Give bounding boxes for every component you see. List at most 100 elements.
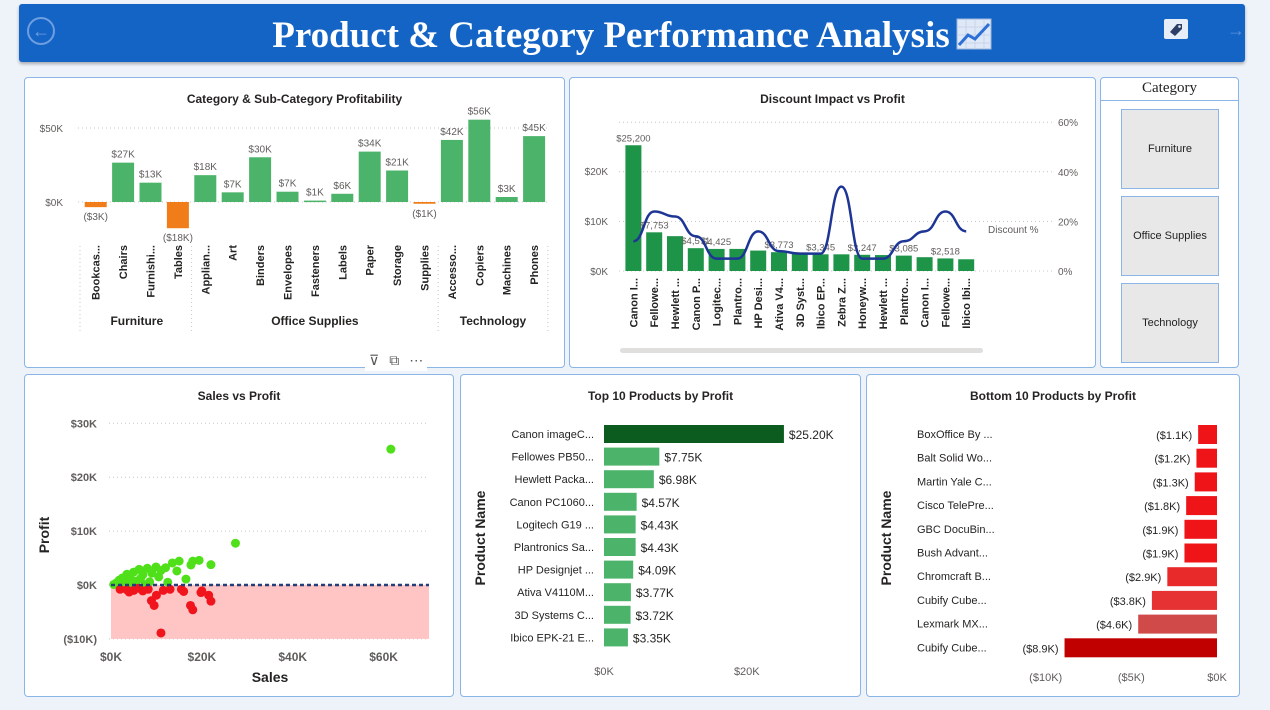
category-label: 3D Systems C... [515, 610, 594, 622]
x-tick-label: Binders [255, 245, 267, 286]
x-tick-label: Machines [502, 245, 514, 295]
scatter-point-negative [196, 588, 206, 598]
x-tick-label: Honeyw... [857, 278, 869, 329]
forward-arrow-icon[interactable]: → [1227, 20, 1245, 41]
data-label: $4.43K [641, 541, 679, 555]
y2-tick-label: 40% [1058, 168, 1078, 179]
y-tick-label: $0K [45, 198, 63, 209]
scatter-point-positive [386, 444, 396, 454]
data-label: $1K [306, 188, 324, 199]
filter-icon[interactable]: ⊽ [369, 352, 379, 369]
data-label: $25.20K [789, 428, 834, 442]
data-label: ($4.6K) [1096, 620, 1132, 632]
category-label: HP Designjet ... [518, 565, 594, 577]
top-products-panel: Top 10 Products by Profit Canon imageC..… [460, 374, 861, 697]
x-tick-label: $20K [188, 650, 217, 664]
data-label: ($18K) [163, 233, 193, 244]
bar [1167, 567, 1217, 587]
bar [1186, 496, 1217, 516]
slicer-option-office-supplies[interactable]: Office Supplies [1121, 196, 1219, 276]
bar [495, 196, 518, 202]
category-label: Cubify Cube... [917, 642, 987, 654]
focus-mode-icon[interactable]: ⧉ [389, 352, 399, 369]
slicer-title: Category [1142, 80, 1197, 96]
discount-impact-chart: $20K $10K $0K 60% 40% 20% 0% Discount % $25,200 C… [585, 118, 1078, 353]
y-tick-label: $10K [585, 217, 609, 228]
tag-icon[interactable] [1163, 18, 1189, 40]
category-label: Canon imageC... [511, 429, 594, 441]
slicer-option-furniture[interactable]: Furniture [1121, 109, 1219, 189]
data-label: $3.35K [633, 631, 671, 645]
bar [1184, 543, 1217, 563]
category-label: Fellowes PB50... [511, 452, 594, 464]
category-label: Canon PC1060... [510, 497, 594, 509]
data-label: $7K [279, 179, 297, 190]
bar [331, 193, 354, 202]
scatter-point-positive [186, 560, 196, 570]
category-label: Ibico EPK-21 E... [510, 632, 594, 644]
bar [812, 254, 829, 271]
data-label: $18K [194, 162, 218, 173]
sales-vs-profit-panel: Sales vs Profit $30K $20K $10K $0K ($10K) $0K… [24, 374, 454, 697]
x-tick-label: ($5K) [1118, 672, 1145, 684]
more-options-icon[interactable]: ⋯ [409, 352, 423, 369]
scatter-point-positive [206, 560, 216, 570]
bar [1064, 638, 1217, 658]
scatter-point-negative [188, 605, 198, 615]
bar [729, 248, 746, 271]
scatter-point-negative [156, 628, 166, 638]
category-label: Logitech G19 ... [516, 519, 594, 531]
bar [791, 252, 808, 271]
bar [604, 628, 628, 647]
x-tick-label: Chairs [118, 245, 130, 279]
bar [958, 259, 975, 271]
bar [604, 605, 631, 624]
x-tick-label: $40K [278, 650, 307, 664]
category-label: Balt Solid Wo... [917, 453, 992, 465]
data-label: $27K [111, 150, 135, 161]
x-tick-label: $0K [594, 666, 614, 678]
page-title-text: Product & Category Performance Analysis [272, 15, 950, 56]
data-label: $4.43K [641, 518, 679, 532]
y-tick-label: ($10K) [63, 634, 97, 646]
y-axis-label: Product Name [878, 490, 894, 585]
visual-toolbar: ⊽ ⧉ ⋯ [365, 349, 428, 371]
bar [646, 232, 663, 271]
x-tick-label: Plantro... [732, 278, 744, 325]
bottom-products-panel: Bottom 10 Products by Profit BoxOffice B… [866, 374, 1240, 697]
data-label: ($1.8K) [1144, 501, 1180, 513]
data-label: $34K [358, 139, 382, 150]
data-label: ($1.1K) [1156, 430, 1192, 442]
data-label: ($1.9K) [1142, 525, 1178, 537]
category-label: Cisco TelePre... [917, 500, 994, 512]
category-profitability-panel: Category & Sub-Category Profitability $5… [24, 77, 565, 368]
bar [833, 254, 850, 271]
category-label: Bush Advant... [917, 548, 988, 560]
x-tick-label: Tables [173, 245, 185, 279]
group-label: Technology [460, 314, 527, 328]
x-tick-label: Canon P... [691, 278, 703, 330]
bottom-products-chart: BoxOffice By ... ($1.1K) Balt Solid Wo... (… [878, 425, 1227, 684]
discount-impact-panel: Discount Impact vs Profit $20K $10K $0K 60%… [569, 77, 1096, 368]
data-label: $2,518 [931, 246, 960, 257]
bar [1151, 590, 1217, 610]
category-slicer: Category Furniture Office Supplies Techn… [1100, 77, 1239, 368]
data-label: $4.57K [642, 496, 680, 510]
x-tick-label: Plantro... [899, 278, 911, 325]
y2-axis-label: Discount % [988, 225, 1039, 236]
y-tick-label: $50K [40, 124, 64, 135]
category-label: Martin Yale C... [917, 476, 992, 488]
data-label: $7.75K [664, 451, 702, 465]
slicer-option-technology[interactable]: Technology [1121, 283, 1219, 363]
category-label: BoxOffice By ... [917, 429, 993, 441]
category-profitability-chart: $50K $0K ($3K) Bookcas... $27K Chairs $13K Furn… [40, 107, 549, 332]
top-products-chart: Canon imageC... $25.20K Fellowes PB50... $7… [472, 425, 834, 678]
bar [139, 182, 162, 202]
data-label: ($3K) [83, 212, 107, 223]
x-tick-label: Hewlett ... [670, 278, 682, 329]
data-label: $4.09K [638, 564, 676, 578]
y-axis-label: Product Name [472, 490, 488, 585]
y-tick-label: $20K [585, 167, 609, 178]
y-tick-label: $10K [71, 526, 97, 538]
data-label: $13K [139, 170, 163, 181]
